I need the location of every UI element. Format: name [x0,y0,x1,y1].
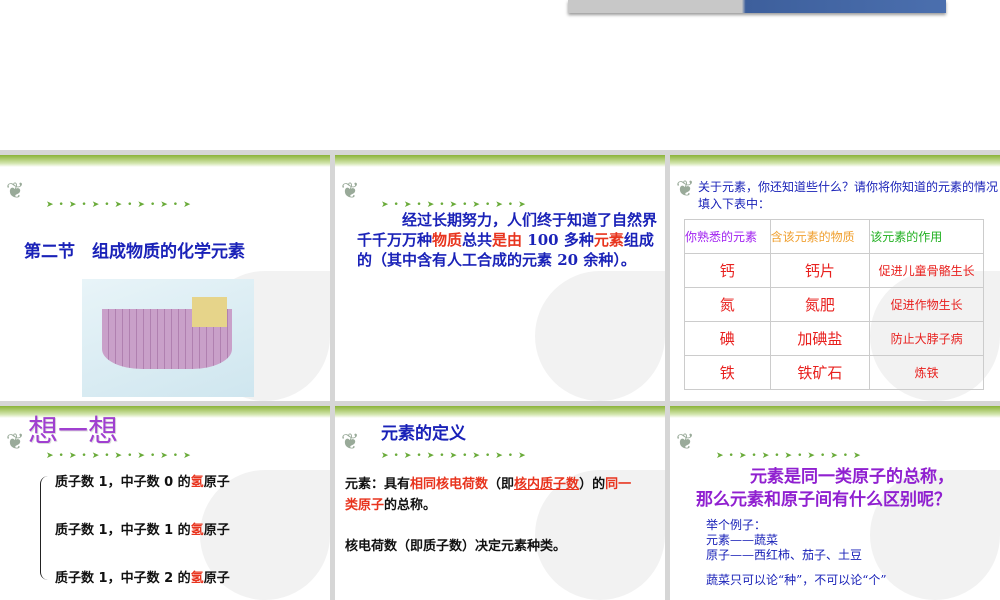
slide-title: 第二节 组成物质的化学元素 [24,242,245,262]
table-cell: 铁 [684,355,771,390]
slide-thumbnail-4[interactable]: ❦ 想一想 ➤•➤•➤•➤•➤•➤•➤ 质子数 1，中子数 0 的氢原子 质子数 … [0,406,330,600]
highlight: 氢 [190,571,204,586]
note-text: 核电荷数（即质子数）决定元素种类。 [345,539,567,554]
leaf-dots-divider: ➤•➤•➤•➤•➤•➤•➤ [716,451,866,461]
table-row: 氮氮肥 促进作物生长 [684,287,984,322]
leaf-background [535,271,665,401]
text: 质子数 1，中子数 1 的 [55,523,191,538]
text: ）的 [579,477,606,492]
brace [40,476,50,580]
highlight: 氢 [190,475,204,490]
highlight: 元素 [593,231,624,249]
header-cell: 含该元素的物质 [769,219,871,254]
text: （即 [488,477,515,492]
leaf-dots-divider: ➤•➤•➤•➤•➤•➤•➤ [381,451,531,461]
text: 原子 [203,475,230,490]
slide-thumbnail-6[interactable]: ❦ ➤•➤•➤•➤•➤•➤•➤ 元素是同一类原子的总称， 那么元素和原子间有什么… [670,406,1000,600]
slide-intro: 关于元素，你还知道些什么？请你将你知道的元素的情况填入下表中： [698,180,999,211]
text: 原子 [203,523,230,538]
table-cell: 氮肥 [769,287,871,322]
highlight: 是由 [492,231,523,249]
hydrogen-line: 质子数 1，中子数 1 的氢原子 [55,522,230,540]
element-table: 你熟悉的元素 含该元素的物质 该元素的作用 钙钙片 促进儿童骨骼生长氮氮肥 促进作物… [684,219,984,390]
slide-sorter-grid: ❦ ➤•➤•➤•➤•➤•➤•➤ 第二节 组成物质的化学元素 ❦ ➤•➤•➤•➤•… [0,150,1000,600]
hydrogen-line: 质子数 1，中子数 0 的氢原子 [55,474,230,492]
table-cell: 促进作物生长 [869,287,984,322]
plant-icon: ❦ [341,179,360,204]
table-row: 碘加碘盐 防止大脖子病 [684,321,984,356]
highlight: 核内质子数 [514,477,580,492]
table-cell: 铁矿石 [769,355,871,390]
slide-paragraph: 经过长期努力，人们终于知道了自然界千千万万种物质总共是由 100 多种元素组成的… [357,210,657,270]
slide-thumbnail-2[interactable]: ❦ ➤•➤•➤•➤•➤•➤•➤ 经过长期努力，人们终于知道了自然界千千万万种物质… [335,155,665,401]
leaf-dots-divider: ➤•➤•➤•➤•➤•➤•➤ [46,200,196,210]
highlight: 物质 [432,231,463,249]
text: 原子——西红柿、茄子、土豆 [706,548,863,562]
highlight: 相同核电荷数 [410,477,489,492]
table-cell: 氮 [684,287,771,322]
slide-thumbnail-5[interactable]: ❦ 元素的定义 ➤•➤•➤•➤•➤•➤•➤ 元素：具有相同核电荷数（即核内质子数… [335,406,665,600]
plant-icon: ❦ [676,430,695,455]
plant-icon: ❦ [341,430,360,455]
question-line-1: 元素是同一类原子的总称， [750,467,954,487]
table-cell: 促进儿童骨骼生长 [869,253,984,288]
top-toolbar-strip [568,0,946,13]
table-cell: 炼铁 [869,355,984,390]
table-header-row: 你熟悉的元素 含该元素的物质 该元素的作用 [684,219,984,254]
text: 元素——蔬菜 [706,533,779,547]
table-cell: 加碘盐 [769,321,871,356]
header-cell: 该元素的作用 [869,219,984,254]
example-block: 举个例子： 元素——蔬菜 原子——西红柿、茄子、土豆 蔬菜只可以论“种”，不可以… [706,518,887,588]
slide-title: 元素的定义 [381,424,466,444]
text: 总共 [462,231,493,249]
text: 蔬菜只可以论“种”，不可以论“个” [706,573,887,587]
table-cell: 钙 [684,253,771,288]
slide-title: 想一想 [28,414,118,449]
table-cell: 防止大脖子病 [869,321,984,356]
text: 元素：具有 [345,477,411,492]
slide-thumbnail-1[interactable]: ❦ ➤•➤•➤•➤•➤•➤•➤ 第二节 组成物质的化学元素 [0,155,330,401]
periodic-table-image [82,279,254,397]
definition-text: 元素：具有相同核电荷数（即核内质子数）的同一类原子的总称。 [345,474,635,516]
table-cell: 碘 [684,321,771,356]
text: 质子数 1，中子数 0 的 [55,475,191,490]
text: 100 多种 [522,231,594,249]
highlight: 氢 [190,523,204,538]
text: 原子 [203,571,230,586]
slide-thumbnail-3[interactable]: ❦ 关于元素，你还知道些什么？请你将你知道的元素的情况填入下表中： 你熟悉的元素… [670,155,1000,401]
header-cell: 你熟悉的元素 [684,219,771,254]
table-row: 钙钙片 促进儿童骨骼生长 [684,253,984,288]
question-line-2: 那么元素和原子间有什么区别呢？ [696,490,951,510]
leaf-dots-divider: ➤•➤•➤•➤•➤•➤•➤ [46,451,196,461]
table-cell: 钙片 [769,253,871,288]
table-row: 铁铁矿石 炼铁 [684,355,984,390]
text: 举个例子： [706,518,767,532]
text: 质子数 1，中子数 2 的 [55,571,191,586]
text: 的总称。 [384,498,437,513]
plant-icon: ❦ [6,179,25,204]
hydrogen-line: 质子数 1，中子数 2 的氢原子 [55,570,230,588]
